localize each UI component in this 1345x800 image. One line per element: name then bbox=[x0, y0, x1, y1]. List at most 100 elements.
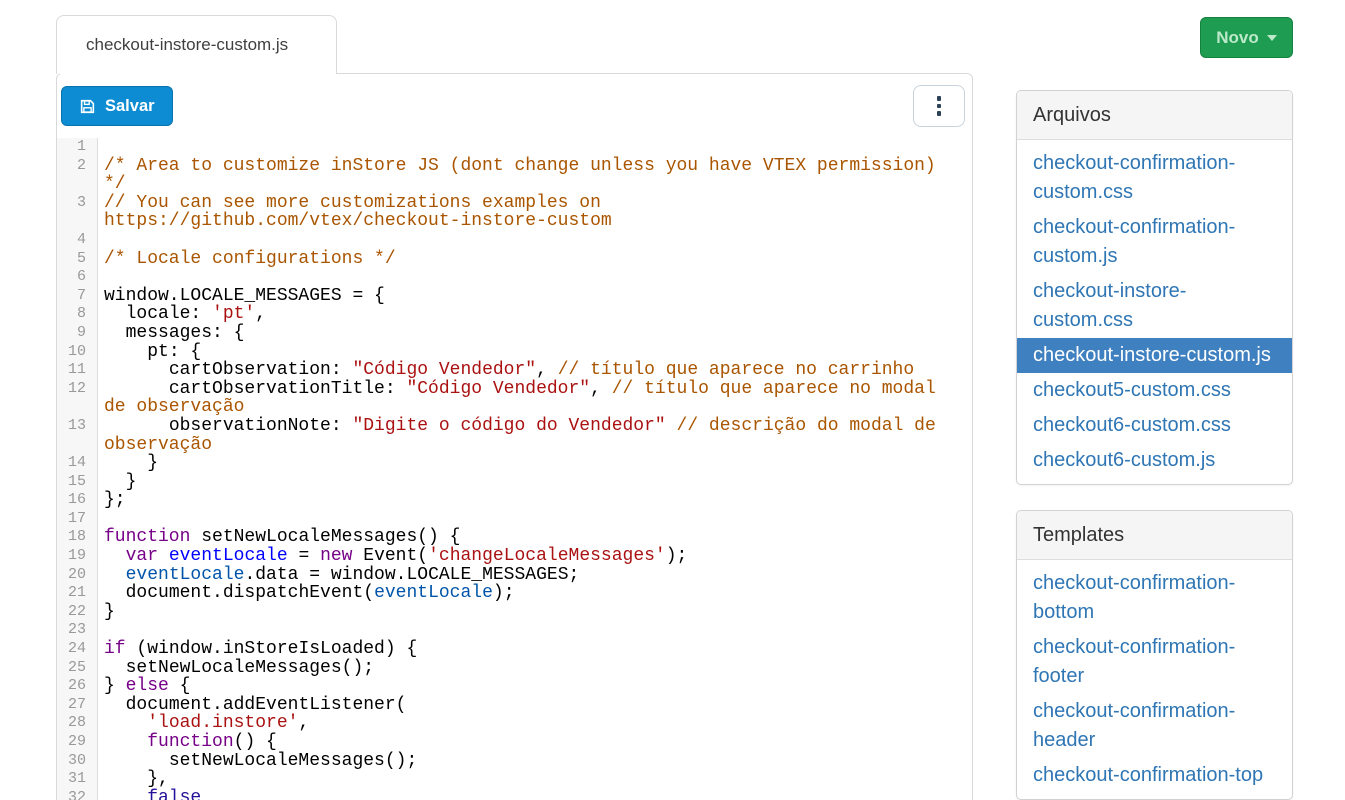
file-tab[interactable]: checkout-instore-custom.js bbox=[56, 15, 337, 74]
code-token: setNewLocaleMessages(); bbox=[104, 658, 374, 678]
line-number: 8 bbox=[57, 305, 98, 324]
code-token: , bbox=[255, 304, 266, 324]
file-link[interactable]: checkout6-custom.css bbox=[1033, 411, 1276, 440]
templates-panel: Templates checkout-confirmation-bottom ch… bbox=[1016, 510, 1293, 800]
file-item: checkout5-custom.css bbox=[1017, 373, 1292, 408]
line-number: 13 bbox=[57, 417, 98, 454]
line-number: 31 bbox=[57, 770, 98, 789]
template-item: checkout-confirmation-bottom bbox=[1017, 566, 1292, 630]
code-token: pt: { bbox=[104, 342, 201, 362]
code-text[interactable]: observationNote: "Digite o código do Ven… bbox=[98, 417, 950, 454]
line-number: 6 bbox=[57, 268, 98, 287]
code-token: , bbox=[536, 360, 558, 380]
code-token: } bbox=[104, 676, 126, 696]
kebab-menu-icon bbox=[937, 96, 942, 116]
code-text[interactable]: /* Locale configurations */ bbox=[98, 250, 950, 269]
line-number: 32 bbox=[57, 789, 98, 800]
code-token: , bbox=[590, 379, 612, 399]
code-text[interactable]: if (window.inStoreIsLoaded) { bbox=[98, 640, 950, 659]
code-line: 8 locale: 'pt', bbox=[57, 305, 972, 324]
code-text[interactable] bbox=[98, 510, 950, 529]
code-token bbox=[104, 732, 147, 752]
template-link[interactable]: checkout-confirmation-footer bbox=[1033, 633, 1276, 691]
code-text[interactable]: }; bbox=[98, 491, 950, 510]
code-line: 7window.LOCALE_MESSAGES = { bbox=[57, 287, 972, 306]
file-link[interactable]: checkout-confirmation-custom.css bbox=[1033, 149, 1276, 207]
code-token: } bbox=[104, 453, 158, 473]
code-text[interactable] bbox=[98, 231, 950, 250]
code-text[interactable] bbox=[98, 268, 950, 287]
code-text[interactable]: cartObservation: "Código Vendedor", // t… bbox=[98, 361, 950, 380]
line-number: 7 bbox=[57, 287, 98, 306]
file-item: checkout-confirmation-custom.css bbox=[1017, 146, 1292, 210]
code-line: 31 }, bbox=[57, 770, 972, 789]
code-text[interactable]: window.LOCALE_MESSAGES = { bbox=[98, 287, 950, 306]
template-link[interactable]: checkout-confirmation-bottom bbox=[1033, 569, 1276, 627]
template-item: checkout-confirmation-footer bbox=[1017, 630, 1292, 694]
code-text[interactable]: /* Area to customize inStore JS (dont ch… bbox=[98, 157, 950, 194]
code-text[interactable]: var eventLocale = new Event('changeLocal… bbox=[98, 547, 950, 566]
code-line: 11 cartObservation: "Código Vendedor", /… bbox=[57, 361, 972, 380]
code-text[interactable]: document.addEventListener( bbox=[98, 696, 950, 715]
code-text[interactable] bbox=[98, 621, 950, 640]
code-text[interactable]: document.dispatchEvent(eventLocale); bbox=[98, 584, 950, 603]
code-line: 30 setNewLocaleMessages(); bbox=[57, 752, 972, 771]
code-text[interactable]: function() { bbox=[98, 733, 950, 752]
save-button-label: Salvar bbox=[105, 97, 155, 116]
code-token: { bbox=[169, 676, 191, 696]
code-text[interactable]: // You can see more customizations examp… bbox=[98, 194, 950, 231]
code-text[interactable]: false bbox=[98, 789, 950, 800]
code-text[interactable]: locale: 'pt', bbox=[98, 305, 950, 324]
code-text[interactable]: function setNewLocaleMessages() { bbox=[98, 528, 950, 547]
code-token: 'pt' bbox=[212, 304, 255, 324]
file-link[interactable]: checkout-confirmation-custom.js bbox=[1033, 213, 1276, 271]
code-line: 19 var eventLocale = new Event('changeLo… bbox=[57, 547, 972, 566]
novo-button[interactable]: Novo bbox=[1200, 17, 1293, 58]
novo-button-label: Novo bbox=[1216, 28, 1259, 48]
line-number: 21 bbox=[57, 584, 98, 603]
code-text[interactable]: } bbox=[98, 603, 950, 622]
code-text[interactable] bbox=[98, 138, 950, 157]
code-token: // título que aparece no carrinho bbox=[558, 360, 914, 380]
template-link[interactable]: checkout-confirmation-top bbox=[1033, 761, 1276, 790]
code-text[interactable]: } else { bbox=[98, 677, 950, 696]
code-token: false bbox=[147, 788, 201, 800]
save-button[interactable]: Salvar bbox=[61, 86, 173, 126]
code-text[interactable]: pt: { bbox=[98, 343, 950, 362]
code-text[interactable]: }, bbox=[98, 770, 950, 789]
code-token: } bbox=[104, 472, 136, 492]
code-token: var bbox=[126, 546, 158, 566]
file-item-selected: checkout-instore-custom.js bbox=[1017, 338, 1292, 373]
line-number: 22 bbox=[57, 603, 98, 622]
code-text[interactable]: cartObservationTitle: "Código Vendedor",… bbox=[98, 380, 950, 417]
line-number: 15 bbox=[57, 473, 98, 492]
templates-panel-title: Templates bbox=[1017, 511, 1292, 560]
code-text[interactable]: 'load.instore', bbox=[98, 714, 950, 733]
code-token: eventLocale bbox=[169, 546, 288, 566]
code-editor[interactable]: 12/* Area to customize inStore JS (dont … bbox=[57, 138, 972, 800]
code-line: 18function setNewLocaleMessages() { bbox=[57, 528, 972, 547]
code-text[interactable]: messages: { bbox=[98, 324, 950, 343]
code-text[interactable]: setNewLocaleMessages(); bbox=[98, 752, 950, 771]
code-text[interactable]: } bbox=[98, 454, 950, 473]
code-token bbox=[104, 713, 147, 733]
line-number: 26 bbox=[57, 677, 98, 696]
code-text[interactable]: setNewLocaleMessages(); bbox=[98, 659, 950, 678]
code-token: // You can see more customizations examp… bbox=[104, 193, 612, 232]
code-token: function bbox=[147, 732, 233, 752]
code-token: "Digite o código do Vendedor" bbox=[352, 416, 665, 436]
code-line: 27 document.addEventListener( bbox=[57, 696, 972, 715]
file-link[interactable]: checkout-instore-custom.css bbox=[1033, 277, 1276, 335]
file-item: checkout6-custom.css bbox=[1017, 408, 1292, 443]
more-options-button[interactable] bbox=[913, 85, 965, 127]
code-text[interactable]: } bbox=[98, 473, 950, 492]
line-number: 20 bbox=[57, 566, 98, 585]
file-link[interactable]: checkout6-custom.js bbox=[1033, 446, 1276, 475]
chevron-down-icon bbox=[1267, 35, 1277, 41]
code-token: new bbox=[320, 546, 352, 566]
code-token: = bbox=[288, 546, 320, 566]
code-text[interactable]: eventLocale.data = window.LOCALE_MESSAGE… bbox=[98, 566, 950, 585]
file-link[interactable]: checkout-instore-custom.js bbox=[1033, 341, 1276, 370]
template-link[interactable]: checkout-confirmation-header bbox=[1033, 697, 1276, 755]
file-link[interactable]: checkout5-custom.css bbox=[1033, 376, 1276, 405]
